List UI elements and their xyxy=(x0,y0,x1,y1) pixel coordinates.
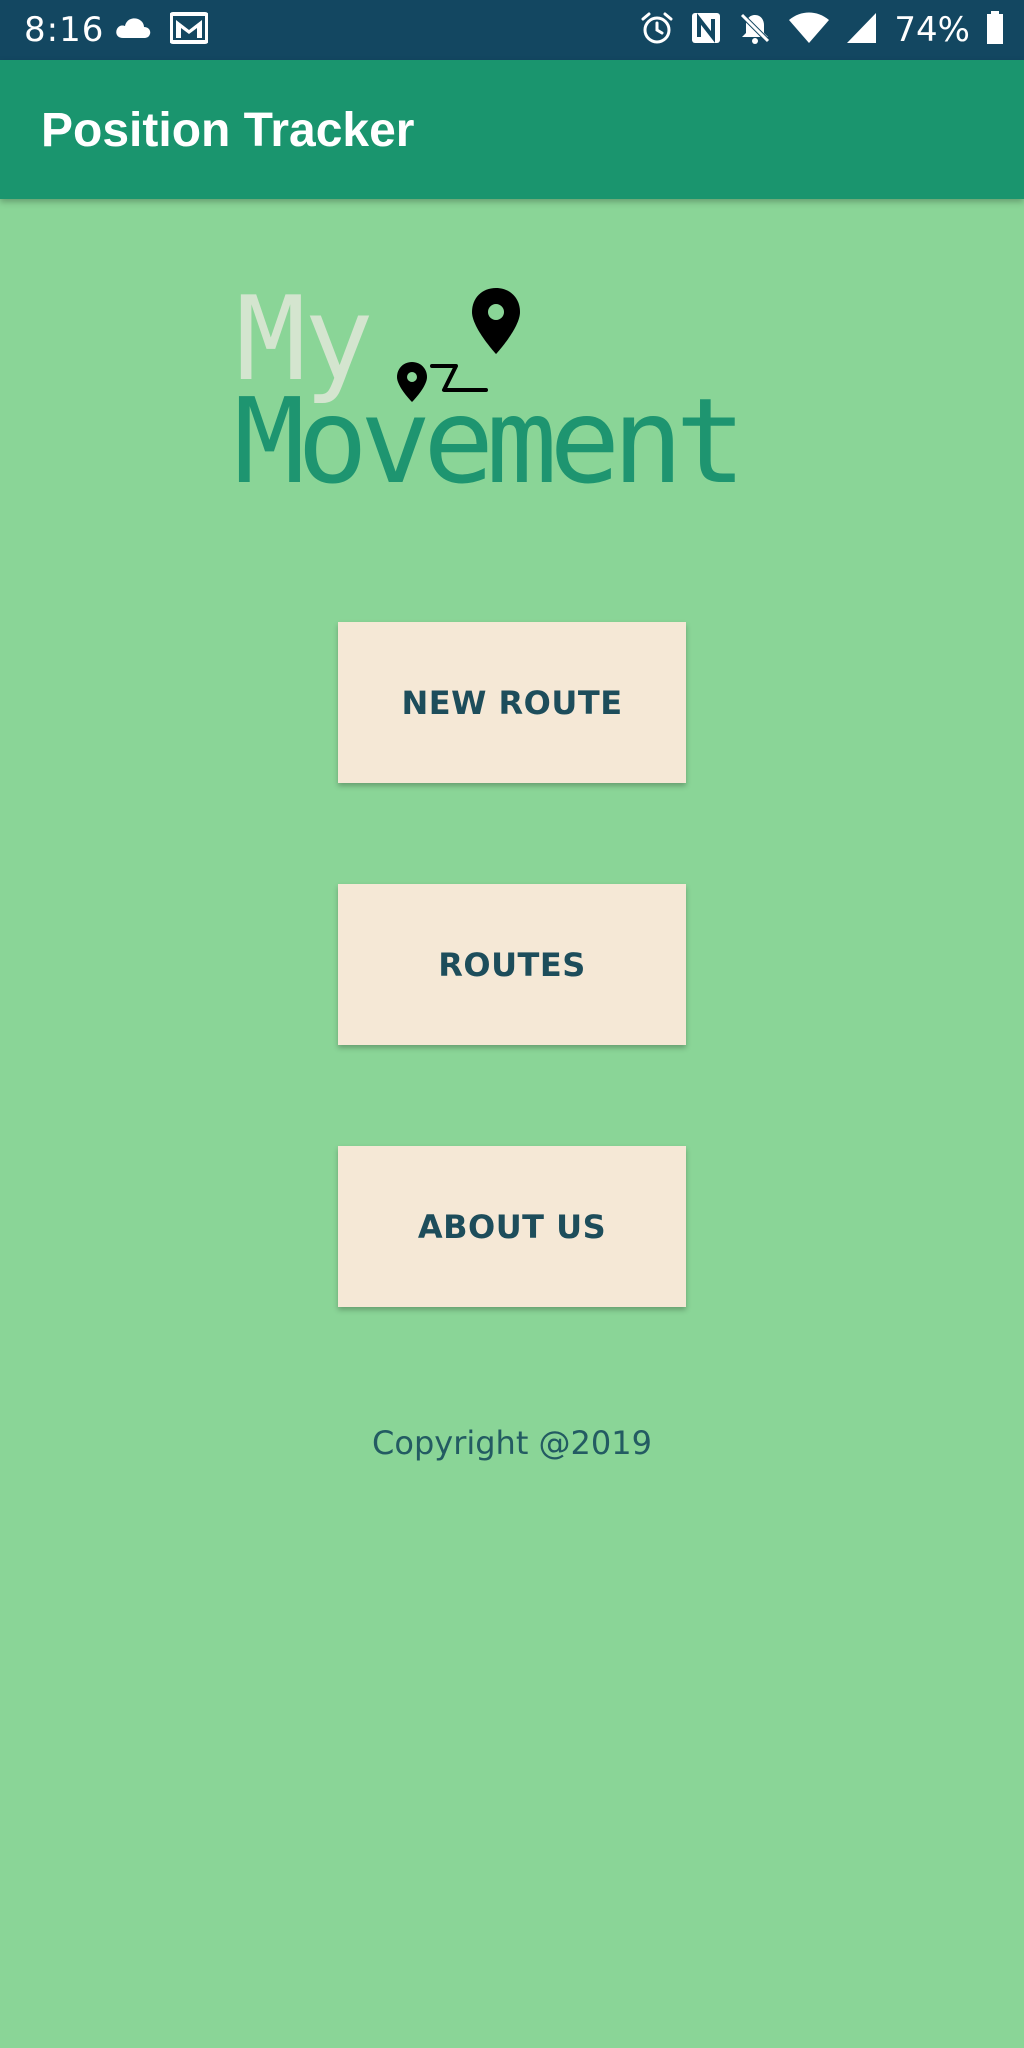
cloud-icon xyxy=(114,16,152,45)
status-bar: 8:16 74% xyxy=(0,0,1024,60)
status-time: 8:16 xyxy=(24,10,105,50)
route-pin-icon xyxy=(388,282,528,402)
app-bar: Position Tracker xyxy=(0,60,1024,199)
about-us-button[interactable]: ABOUT US xyxy=(338,1146,686,1307)
status-left-icons xyxy=(114,12,209,49)
status-right-icons: 74% xyxy=(640,10,1004,50)
battery-icon xyxy=(986,10,1004,50)
routes-button[interactable]: ROUTES xyxy=(338,884,686,1045)
app-logo: My Movement xyxy=(232,282,802,502)
alarm-icon xyxy=(640,11,674,50)
copyright-text: Copyright @2019 xyxy=(372,1424,652,1462)
signal-icon xyxy=(846,12,878,49)
new-route-button[interactable]: NEW ROUTE xyxy=(338,622,686,783)
nfc-icon xyxy=(690,11,722,50)
app-title: Position Tracker xyxy=(41,104,415,157)
notifications-off-icon xyxy=(738,11,772,50)
gmail-icon xyxy=(169,12,209,49)
battery-percent: 74% xyxy=(894,10,970,50)
wifi-icon xyxy=(788,12,830,49)
